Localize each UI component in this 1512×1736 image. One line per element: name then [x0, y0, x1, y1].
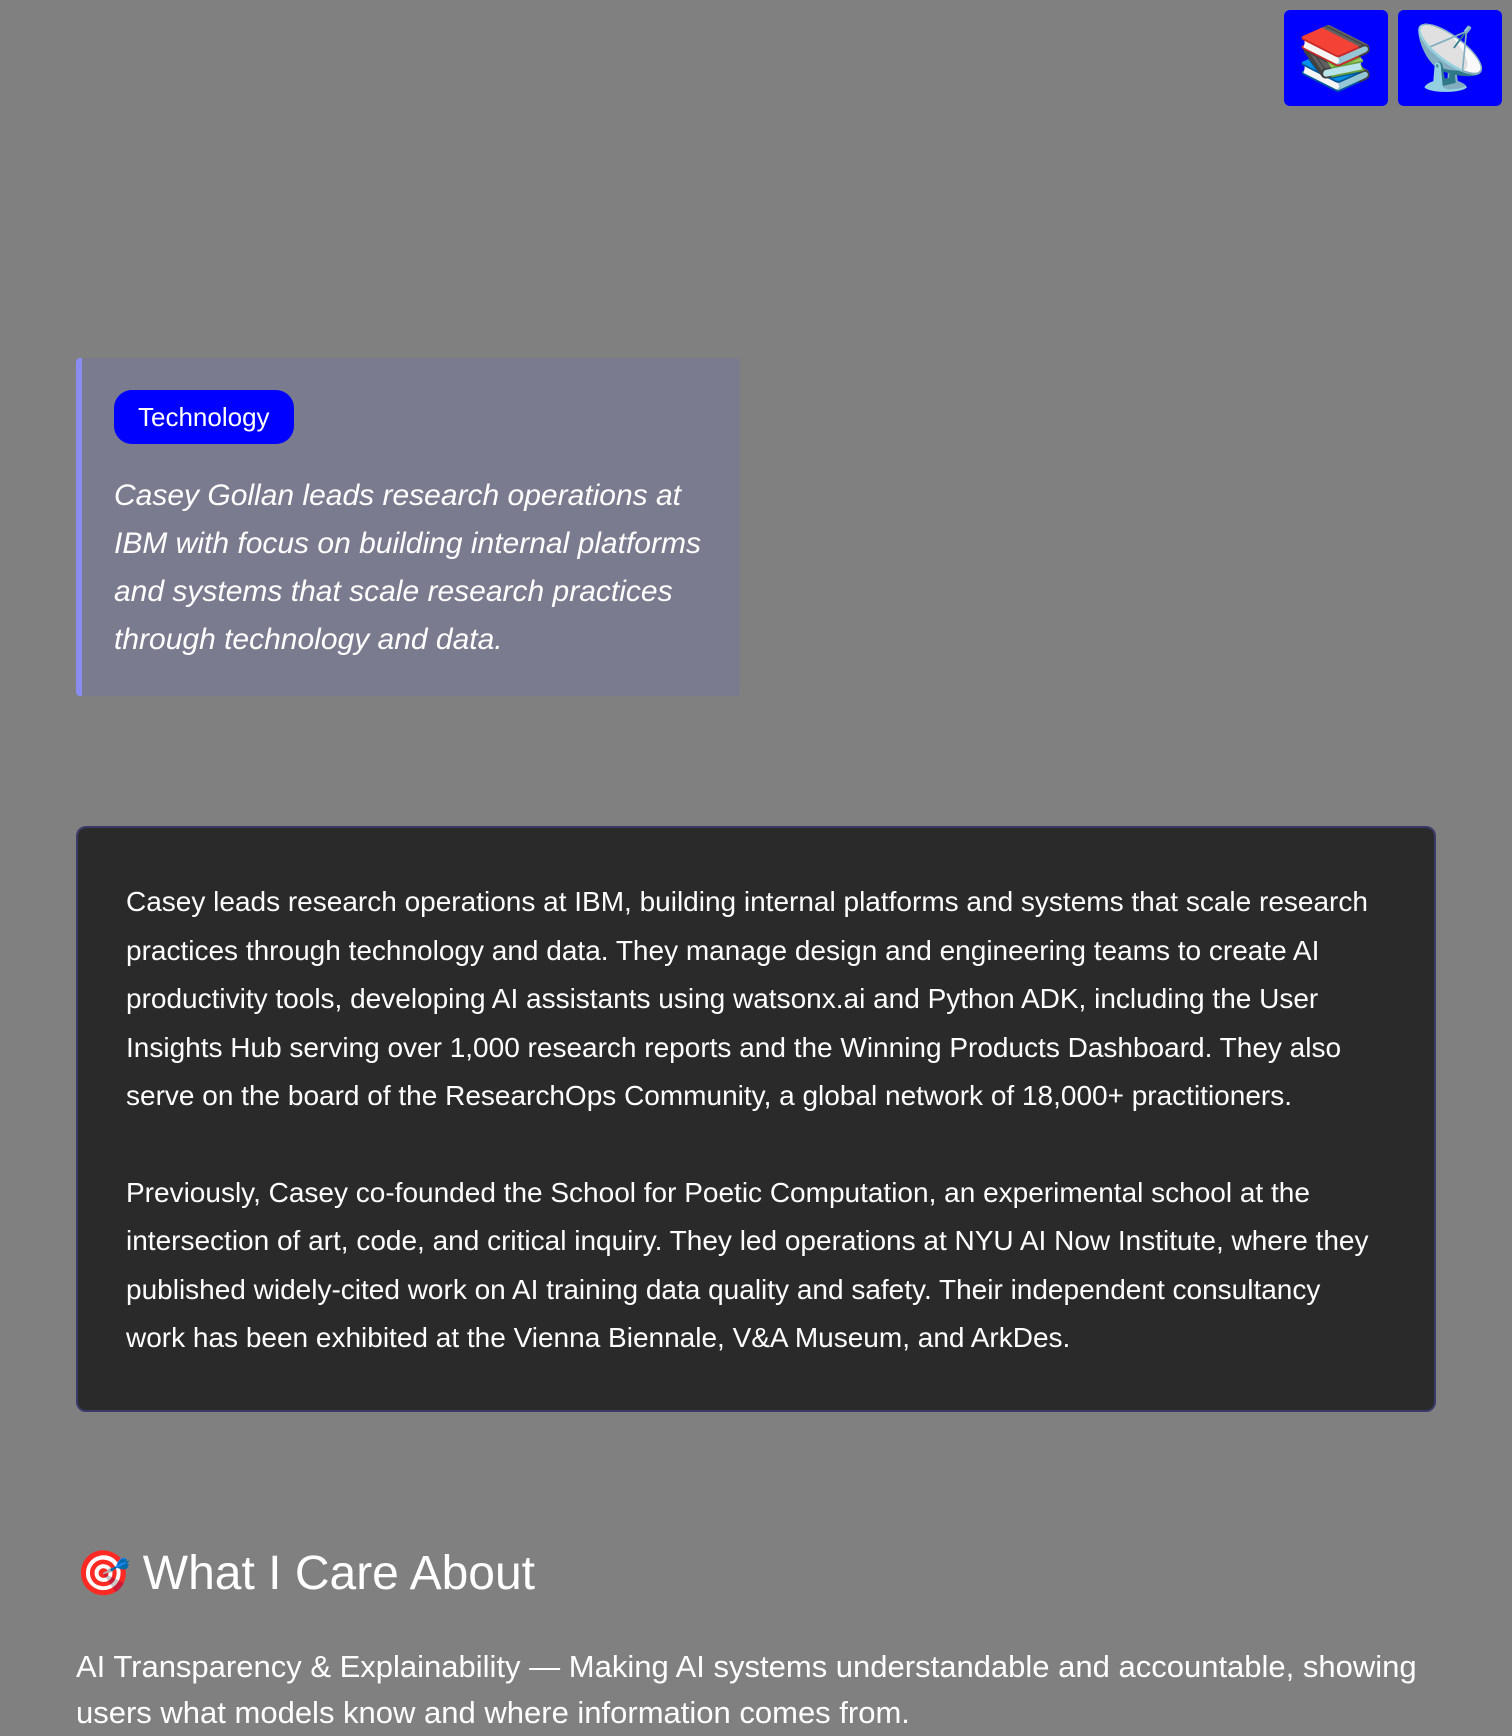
intro-summary: Casey Gollan leads research operations a…	[114, 479, 701, 656]
care-item: AI Transparency & Explainability — Makin…	[76, 1649, 1417, 1730]
target-icon: 🎯	[76, 1548, 131, 1600]
bio-card: Casey leads research operations at IBM, …	[76, 826, 1436, 1412]
section-title-care: 🎯 What I Care About	[76, 1547, 535, 1601]
satellite-dish-icon[interactable]: 📡	[1398, 10, 1502, 106]
books-icon[interactable]: 📚	[1284, 10, 1388, 106]
bio-paragraph: Casey leads research operations at IBM, …	[126, 886, 1368, 1111]
bio-paragraph: Previously, Casey co-founded the School …	[126, 1176, 1369, 1354]
section-title-text: What I Care About	[142, 1547, 535, 1600]
intro-card: Technology Casey Gollan leads research o…	[76, 358, 740, 696]
top-toolbar: 📚 📡	[1284, 10, 1502, 106]
category-tag[interactable]: Technology	[114, 390, 294, 444]
